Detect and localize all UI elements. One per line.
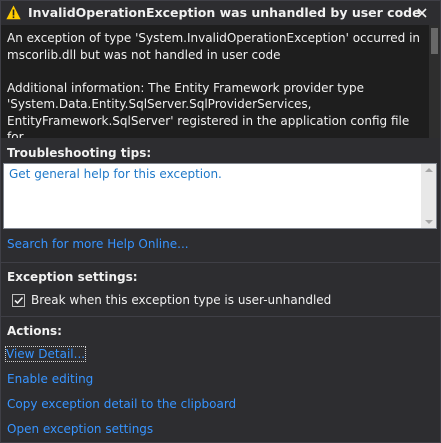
exception-dialog: InvalidOperationException was unhandled …	[0, 0, 441, 443]
scroll-down-arrow-icon[interactable]	[425, 220, 433, 224]
tips-scrollbar[interactable]	[421, 164, 436, 228]
exception-message-area[interactable]: An exception of type 'System.InvalidOper…	[1, 25, 440, 138]
close-icon[interactable]	[409, 2, 435, 24]
open-exception-settings-link[interactable]: Open exception settings	[7, 422, 153, 436]
scroll-up-arrow-icon[interactable]	[425, 168, 433, 172]
view-detail-link[interactable]: View Detail...	[4, 346, 87, 362]
checkmark-icon	[14, 296, 24, 305]
general-help-link[interactable]: Get general help for this exception.	[9, 167, 222, 181]
actions-label: Actions:	[7, 324, 62, 338]
message-scrollbar-thumb[interactable]	[431, 28, 438, 54]
dialog-title: InvalidOperationException was unhandled …	[28, 5, 421, 20]
troubleshooting-label: Troubleshooting tips:	[7, 146, 152, 160]
troubleshooting-tips-box: Get general help for this exception.	[3, 163, 437, 229]
exception-message: An exception of type 'System.InvalidOper…	[7, 31, 421, 138]
copy-exception-detail-link[interactable]: Copy exception detail to the clipboard	[7, 397, 236, 411]
divider	[1, 262, 440, 263]
message-scrollbar[interactable]	[429, 25, 440, 138]
enable-editing-link[interactable]: Enable editing	[7, 372, 93, 386]
warning-icon	[5, 4, 22, 20]
break-on-exception-checkbox[interactable]	[12, 294, 25, 307]
exception-settings-label: Exception settings:	[7, 270, 138, 284]
divider	[1, 316, 440, 317]
dialog-titlebar: InvalidOperationException was unhandled …	[1, 1, 440, 25]
search-help-online-link[interactable]: Search for more Help Online...	[7, 237, 189, 251]
break-on-exception-label: Break when this exception type is user-u…	[31, 293, 332, 307]
